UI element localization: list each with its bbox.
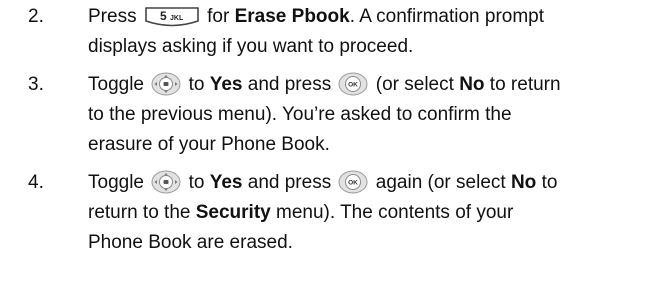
text-segment: menu). The contents of your [270, 202, 514, 223]
ok-key-icon: OK [338, 71, 368, 97]
text-segment: and press [247, 74, 332, 95]
step-line: return to the Security menu). The conten… [88, 198, 654, 228]
step-number: 4. [28, 172, 44, 193]
number-5-key-icon: 5 JKL [144, 5, 200, 29]
instruction-list: 2. Press 5 JKL for Erase Pbook. A confir… [0, 0, 657, 289]
svg-text:OK: OK [349, 180, 359, 187]
step-text: Toggle to Yes and press [88, 168, 654, 258]
step-line: erasure of your Phone Book. [88, 134, 330, 155]
text-segment: to [188, 172, 205, 193]
bold-term: Erase Pbook [234, 6, 350, 27]
bold-term: No [510, 172, 537, 193]
svg-text:5: 5 [160, 9, 167, 23]
text-segment: and press [247, 172, 332, 193]
text-segment: Toggle [88, 74, 144, 95]
svg-text:JKL: JKL [170, 15, 184, 22]
text-segment: to [541, 172, 558, 193]
step-number: 2. [28, 6, 44, 27]
step-line: Toggle to Yes and press [88, 70, 654, 100]
bold-term: Yes [209, 172, 243, 193]
svg-text:OK: OK [349, 82, 359, 89]
ok-key-icon: OK [338, 169, 368, 195]
step-number: 3. [28, 74, 44, 95]
step-text: Press 5 JKL for Erase Pbook. A confirmat… [88, 2, 654, 62]
step-line: displays asking if you want to proceed. [88, 36, 414, 57]
bold-term: Yes [209, 74, 243, 95]
step-line: to the previous menu). You’re asked to c… [88, 104, 512, 125]
text-segment: for [207, 6, 230, 27]
step-text: Toggle to Yes and press [88, 70, 654, 160]
navigation-key-icon [151, 169, 181, 195]
step-line: Phone Book are erased. [88, 232, 293, 253]
text-segment: to return [489, 74, 561, 95]
text-segment: again (or select [375, 172, 506, 193]
text-segment: . A confirmation prompt [349, 6, 545, 27]
bold-term: No [459, 74, 485, 95]
step-line: Press 5 JKL for Erase Pbook. A confirmat… [88, 2, 654, 32]
text-segment: Toggle [88, 172, 144, 193]
step-line: Toggle to Yes and press [88, 168, 654, 198]
bold-term: Security [195, 202, 271, 223]
text-segment: (or select [375, 74, 454, 95]
navigation-key-icon [151, 71, 181, 97]
text-segment: Press [88, 6, 137, 27]
text-segment: return to the [88, 202, 191, 223]
text-segment: to [188, 74, 205, 95]
